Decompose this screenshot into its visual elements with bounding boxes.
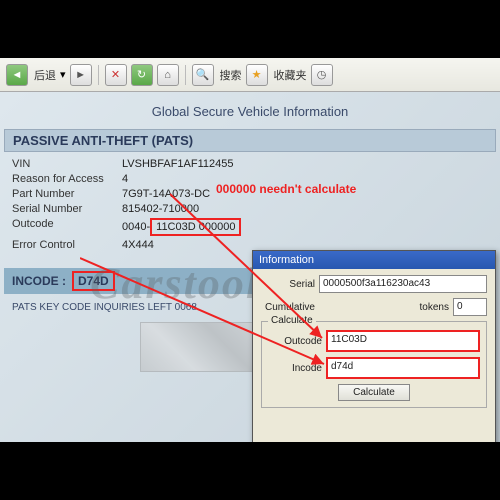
incode-label: INCODE : [12,274,66,288]
annotation-text: 000000 needn't calculate [216,182,356,196]
part-label: Part Number [12,188,122,200]
calculate-button[interactable]: Calculate [338,384,410,401]
error-value: 4X444 [122,239,154,251]
history-icon[interactable]: ◷ [311,64,333,86]
outcode-value: 0040-11C03D 000000 [122,218,241,236]
forward-button[interactable]: ► [70,64,92,86]
part-value: 7G9T-14A073-DC [122,188,210,200]
outcode-highlight: 11C03D 000000 [150,218,241,236]
home-button[interactable]: ⌂ [157,64,179,86]
popup-outcode-input[interactable]: 11C03D [328,332,478,350]
back-button[interactable]: ◄ [6,64,28,86]
popup-serial-label: Serial [261,279,315,290]
reason-value: 4 [122,173,128,185]
popup-outcode-label: Outcode [268,336,322,347]
incode-highlight: D74D [72,271,115,291]
favorites-icon[interactable]: ★ [246,64,268,86]
favorites-label: 收藏夹 [274,67,307,83]
outcode-label: Outcode [12,218,122,236]
popup-incode-label: Incode [268,363,322,374]
popup-serial-input[interactable]: 0000500f3a116230ac43 [319,275,487,293]
error-label: Error Control [12,239,122,251]
serial-value: 815402-710000 [122,203,199,215]
vin-value: LVSHBFAF1AF112455 [122,158,234,170]
popup-cumulative-label: Cumulative [261,302,315,313]
vin-label: VIN [12,158,122,170]
hologram-sticker [140,322,260,372]
search-label: 搜索 [220,67,242,83]
popup-incode-input[interactable]: d74d [328,359,478,377]
serial-label: Serial Number [12,203,122,215]
popup-tokens-input[interactable]: 0 [453,298,487,316]
stop-button[interactable]: ✕ [105,64,127,86]
back-label: 后退 [34,67,56,83]
info-grid: VINLVSHBFAF1AF112455 Reason for Access4 … [4,152,496,260]
calculate-legend: Calculate [268,315,316,326]
reason-label: Reason for Access [12,173,122,185]
popup-tokens-label: tokens [420,302,449,313]
section-header: PASSIVE ANTI-THEFT (PATS) [4,129,496,152]
browser-toolbar: ◄ 后退 ▾ ► ✕ ↻ ⌂ 🔍 搜索 ★ 收藏夹 ◷ [0,58,500,92]
calculator-popup: Information Serial 0000500f3a116230ac43 … [252,250,496,442]
refresh-button[interactable]: ↻ [131,64,153,86]
popup-title: Information [253,251,495,269]
calculate-fieldset: Calculate Outcode 11C03D Incode d74d Cal… [261,321,487,408]
page-title: Global Secure Vehicle Information [4,98,496,129]
dropdown-arrow[interactable]: ▾ [60,68,66,81]
search-icon[interactable]: 🔍 [192,64,214,86]
